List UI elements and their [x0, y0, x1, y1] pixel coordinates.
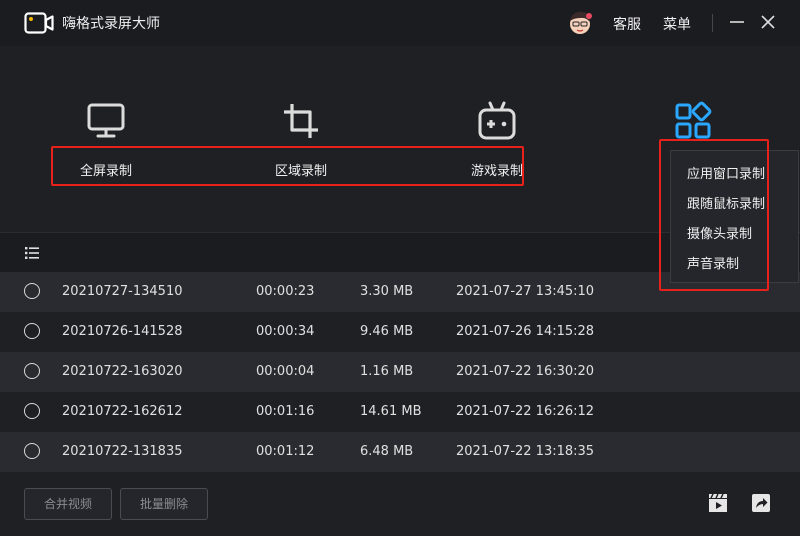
recording-date: 2021-07-27 13:45:10 — [456, 284, 595, 299]
close-icon[interactable] — [759, 13, 777, 31]
recording-date: 2021-07-26 14:15:28 — [456, 324, 595, 339]
table-row[interactable]: 20210722-162612 00:01:16 14.61 MB 2021-0… — [0, 392, 800, 432]
recording-duration: 00:00:23 — [256, 284, 315, 299]
recording-size: 6.48 MB — [360, 444, 414, 459]
recording-duration: 00:00:34 — [256, 324, 315, 339]
camera-logo-icon — [24, 12, 54, 34]
title-bar: 嗨格式录屏大师 客服 菜单 — [0, 0, 800, 46]
row-radio[interactable] — [24, 443, 40, 459]
crop-icon — [284, 104, 318, 138]
apps-icon — [675, 101, 712, 139]
list-icon[interactable] — [25, 247, 39, 259]
table-row[interactable]: 20210726-141528 00:00:34 9.46 MB 2021-07… — [0, 312, 800, 352]
titlebar-divider — [712, 14, 713, 32]
mode-region-label: 区域录制 — [274, 164, 327, 179]
gamepad-icon — [478, 101, 516, 140]
menu-link[interactable]: 菜单 — [663, 14, 691, 34]
recording-size: 1.16 MB — [360, 364, 414, 379]
dropdown-item-window[interactable]: 应用窗口录制 — [687, 163, 765, 182]
mode-region[interactable]: 区域录制 — [256, 100, 346, 180]
recording-name: 20210727-134510 — [62, 284, 183, 299]
monitor-icon — [87, 103, 125, 138]
recording-date: 2021-07-22 13:18:35 — [456, 444, 595, 459]
row-radio[interactable] — [24, 283, 40, 299]
row-radio[interactable] — [24, 363, 40, 379]
minimize-icon[interactable] — [728, 13, 746, 31]
table-row[interactable]: 20210722-131835 00:01:12 6.48 MB 2021-07… — [0, 432, 800, 472]
mode-fullscreen-label: 全屏录制 — [79, 164, 132, 179]
recording-duration: 00:01:12 — [256, 444, 315, 459]
row-radio[interactable] — [24, 323, 40, 339]
dropdown-item-camera[interactable]: 摄像头录制 — [687, 223, 752, 242]
recording-name: 20210722-163020 — [62, 364, 183, 379]
recording-duration: 00:00:04 — [256, 364, 315, 379]
recording-list: 20210727-134510 00:00:23 3.30 MB 2021-07… — [0, 272, 800, 472]
recording-name: 20210722-162612 — [62, 404, 183, 419]
table-row[interactable]: 20210722-163020 00:00:04 1.16 MB 2021-07… — [0, 352, 800, 392]
batch-delete-button[interactable]: 批量删除 — [120, 488, 208, 520]
dropdown-item-audio[interactable]: 声音录制 — [687, 253, 739, 272]
recording-name: 20210726-141528 — [62, 324, 183, 339]
recording-size: 14.61 MB — [360, 404, 422, 419]
mode-game[interactable]: 游戏录制 — [452, 100, 542, 180]
mode-fullscreen[interactable]: 全屏录制 — [61, 100, 151, 180]
recording-duration: 00:01:16 — [256, 404, 315, 419]
recording-size: 3.30 MB — [360, 284, 414, 299]
footer-toolbar: 合并视频 批量删除 — [0, 474, 800, 536]
app-title: 嗨格式录屏大师 — [62, 16, 160, 32]
recording-date: 2021-07-22 16:30:20 — [456, 364, 595, 379]
share-icon[interactable] — [750, 492, 772, 514]
customer-service-link[interactable]: 客服 — [613, 14, 641, 34]
dropdown-item-follow-mouse[interactable]: 跟随鼠标录制 — [687, 193, 765, 212]
recording-size: 9.46 MB — [360, 324, 414, 339]
video-editor-icon[interactable] — [707, 492, 729, 514]
row-radio[interactable] — [24, 403, 40, 419]
mode-game-label: 游戏录制 — [470, 164, 523, 179]
recording-name: 20210722-131835 — [62, 444, 183, 459]
more-modes-dropdown: 应用窗口录制 跟随鼠标录制 摄像头录制 声音录制 — [670, 150, 799, 283]
avatar[interactable] — [566, 9, 594, 37]
merge-videos-button[interactable]: 合并视频 — [24, 488, 112, 520]
recording-date: 2021-07-22 16:26:12 — [456, 404, 595, 419]
